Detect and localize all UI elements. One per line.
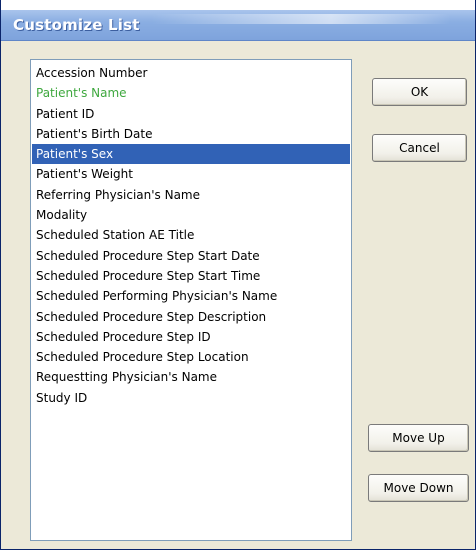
title-bar[interactable]: Customize List (1, 0, 475, 41)
move-up-button-label: Move Up (392, 431, 445, 445)
list-items: Accession Number Patient's Name Patient … (32, 63, 350, 408)
list-item[interactable]: Requestting Physician's Name (32, 367, 350, 387)
list-item[interactable]: Scheduled Procedure Step Description (32, 307, 350, 327)
dialog-title: Customize List (13, 16, 140, 34)
cancel-button-label: Cancel (399, 141, 440, 155)
title-bar-sheen (151, 14, 451, 24)
ok-button[interactable]: OK (372, 78, 467, 106)
list-item[interactable]: Scheduled Procedure Step Start Date (32, 246, 350, 266)
customize-list-dialog: Customize List Accession Number Patient'… (0, 0, 476, 550)
list-item[interactable]: Scheduled Station AE Title (32, 225, 350, 245)
list-item[interactable]: Patient's Birth Date (32, 124, 350, 144)
list-item[interactable]: Scheduled Procedure Step Location (32, 347, 350, 367)
list-item[interactable]: Referring Physician's Name (32, 185, 350, 205)
move-up-button[interactable]: Move Up (368, 424, 469, 452)
list-item[interactable]: Modality (32, 205, 350, 225)
move-down-button[interactable]: Move Down (368, 474, 469, 502)
move-down-button-label: Move Down (383, 481, 454, 495)
cancel-button[interactable]: Cancel (372, 134, 467, 162)
list-item[interactable]: Patient ID (32, 104, 350, 124)
list-item[interactable]: Scheduled Procedure Step ID (32, 327, 350, 347)
list-item[interactable]: Scheduled Performing Physician's Name (32, 286, 350, 306)
ok-button-label: OK (410, 85, 429, 99)
list-item[interactable]: Study ID (32, 388, 350, 408)
list-item[interactable]: Scheduled Procedure Step Start Time (32, 266, 350, 286)
list-item[interactable]: Patient's Weight (32, 164, 350, 184)
list-item-selected[interactable]: Patient's Sex (32, 144, 350, 165)
columns-listbox[interactable]: Accession Number Patient's Name Patient … (30, 59, 352, 541)
list-item-highlighted[interactable]: Patient's Name (32, 83, 350, 103)
list-item[interactable]: Accession Number (32, 63, 350, 83)
